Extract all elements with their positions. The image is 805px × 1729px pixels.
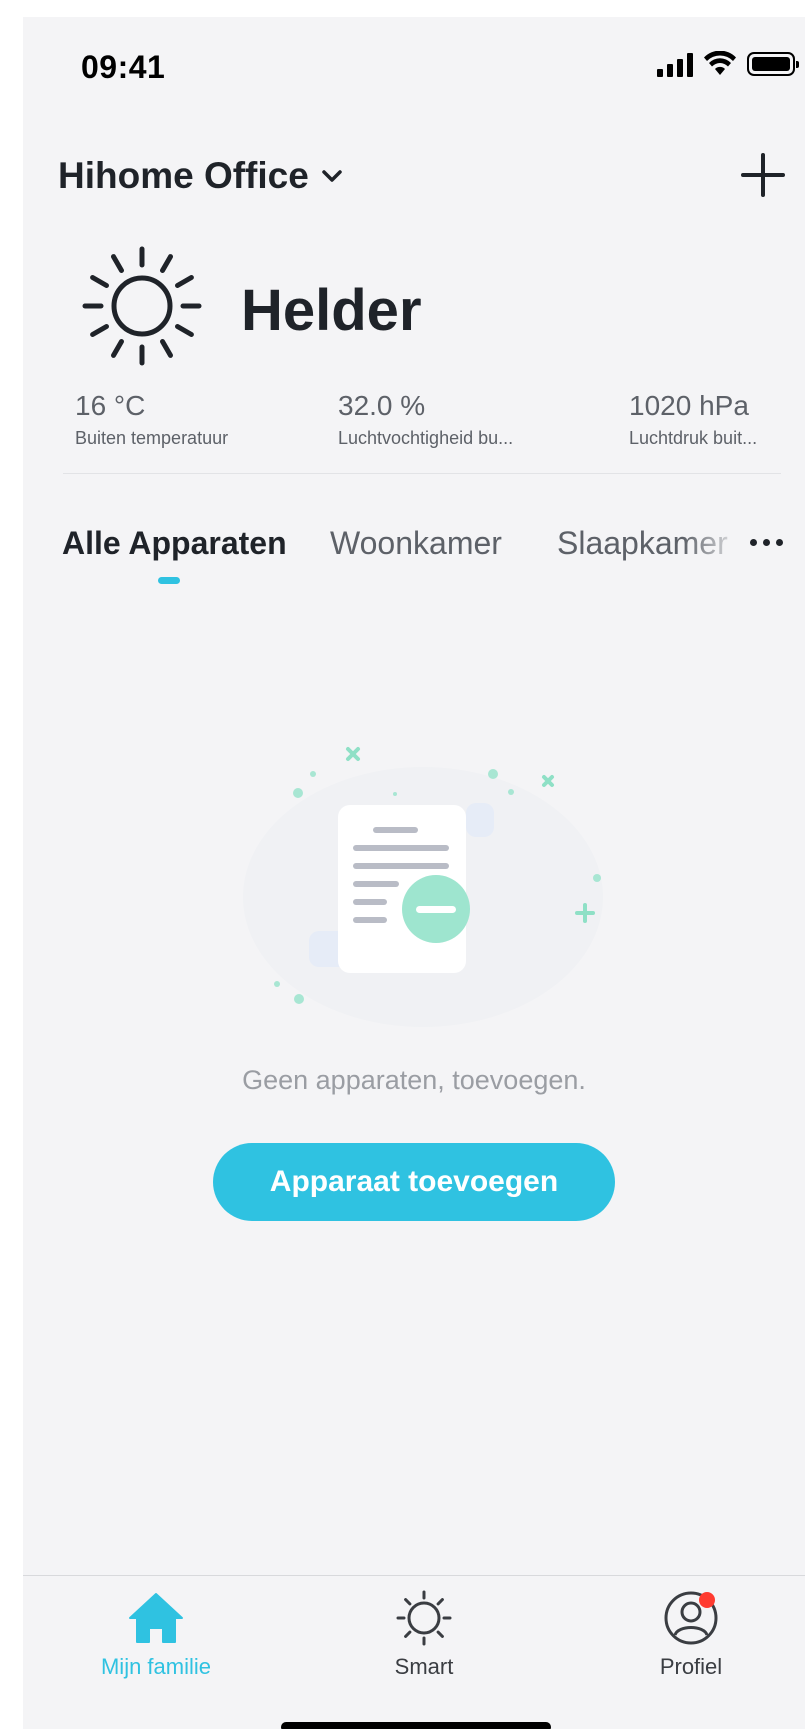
header: Hihome Office [23, 137, 805, 217]
home-selector[interactable]: Hihome Office [58, 155, 343, 197]
more-horizontal-icon[interactable] [741, 527, 791, 557]
nav-label: Smart [394, 1654, 454, 1679]
stat-label: Luchtdruk buit... [629, 428, 758, 448]
app-screen: 09:41 Hihome Office Helder 16 °C Buiten … [23, 17, 805, 1729]
notification-badge [699, 1592, 715, 1608]
status-icons [657, 51, 799, 77]
add-device-button[interactable]: Apparaat toevoegen [213, 1143, 615, 1221]
plus-icon[interactable] [739, 151, 787, 199]
battery-icon [747, 52, 799, 76]
cellular-signal-icon [657, 51, 693, 77]
nav-item-smart[interactable]: Smart [334, 1590, 514, 1680]
nav-label: Profiel [659, 1654, 723, 1679]
stat-label: Buiten temperatuur [75, 428, 229, 448]
stat-humidity: 32.0 % Luchtvochtigheid bu... [338, 390, 513, 449]
status-bar: 09:41 [23, 17, 805, 107]
user-icon [663, 1590, 719, 1646]
divider [63, 473, 781, 474]
chevron-down-icon [322, 170, 342, 182]
stat-value: 32.0 % [338, 390, 426, 421]
status-time: 09:41 [81, 49, 166, 85]
weather-condition: Helder [241, 278, 422, 343]
nav-label: Mijn familie [100, 1654, 212, 1679]
sun-icon [82, 246, 202, 366]
weather-stats: 16 °C Buiten temperatuur 32.0 % Luchtvoc… [23, 390, 805, 470]
active-tab-indicator [158, 577, 180, 584]
stat-label: Luchtvochtigheid bu... [338, 428, 514, 448]
sun-icon [396, 1590, 452, 1646]
stat-pressure: 1020 hPa Luchtdruk buit... [629, 390, 757, 449]
stat-value: 16 °C [75, 390, 146, 421]
home-icon [129, 1593, 183, 1643]
tab-alle-apparaten[interactable]: Alle Apparaten [62, 525, 287, 562]
bottom-nav: Mijn familie Smart Profiel [23, 1575, 805, 1729]
room-tabs: Alle Apparaten Woonkamer Slaapkamer [23, 495, 805, 584]
empty-state-message: Geen apparaten, toevoegen. [242, 1065, 586, 1095]
weather-summary: Helder [23, 237, 805, 387]
home-name: Hihome Office [58, 155, 309, 196]
tab-woonkamer[interactable]: Woonkamer [330, 525, 502, 562]
home-indicator [281, 1722, 551, 1729]
wifi-icon [704, 51, 736, 75]
empty-devices-illustration [243, 747, 603, 1027]
stat-temperature: 16 °C Buiten temperatuur [75, 390, 228, 449]
nav-item-profiel[interactable]: Profiel [601, 1590, 781, 1680]
tab-slaapkamer[interactable]: Slaapkamer [557, 525, 728, 562]
nav-item-mijn-familie[interactable]: Mijn familie [66, 1590, 246, 1680]
stat-value: 1020 hPa [629, 390, 749, 421]
